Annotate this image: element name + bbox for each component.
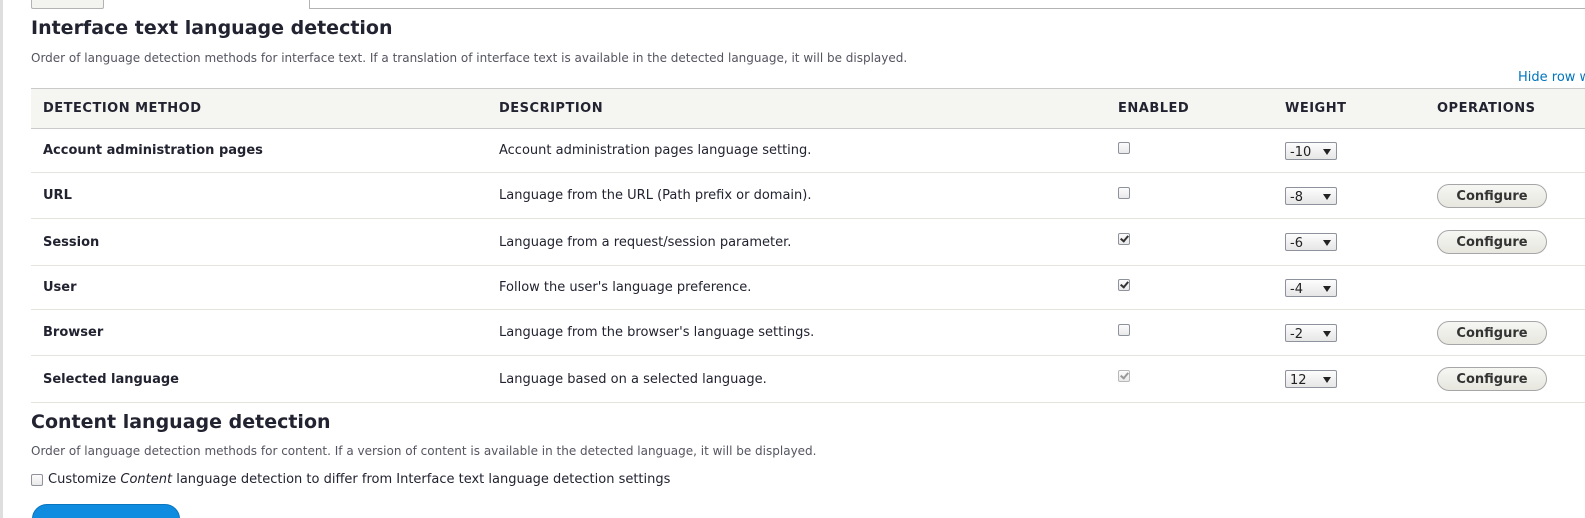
table-row: User Follow the user's language preferenc… [31,265,1585,310]
detection-method-name: Browser [31,309,487,356]
enabled-cell [1106,265,1273,310]
weight-value: -10 [1290,144,1312,160]
secondary-tabs [31,0,1585,9]
dropdown-arrow-icon [1323,240,1331,246]
weight-select[interactable]: -4 [1285,278,1337,297]
table-row: Session Language from a request/session p… [31,218,1585,266]
weight-value: -6 [1290,236,1303,251]
customize-label: Customize Content language detection to … [48,472,671,487]
left-border [0,0,3,518]
save-configuration-button[interactable] [32,504,180,518]
weight-value: -2 [1290,326,1303,342]
enabled-checkbox[interactable] [1118,278,1130,291]
weight-cell: -4 [1273,265,1425,310]
weight-value: -8 [1290,189,1303,205]
weight-select[interactable]: -2 [1285,323,1337,342]
table-header-row: DETECTION METHOD DESCRIPTION ENABLED WEI… [31,88,1585,129]
enabled-cell [1106,309,1273,356]
table-row: Account administration pages Account admi… [31,128,1585,173]
enabled-cell [1106,172,1273,219]
detection-method-description: Language based on a selected language. [487,355,1106,403]
hide-row-weights-link[interactable]: Hide row weights [1518,70,1585,85]
column-header-method: DETECTION METHOD [31,88,487,129]
column-header-enabled: ENABLED [1106,88,1273,129]
configure-button[interactable]: Configure [1437,230,1547,254]
detection-method-description: Account administration pages language se… [487,128,1106,173]
enabled-checkbox[interactable] [1118,323,1130,336]
operations-cell: Configure [1425,218,1585,266]
operations-cell: Configure [1425,309,1585,356]
weight-cell: 12 [1273,355,1425,403]
weight-value: -4 [1290,281,1303,297]
content-section-title: Content language detection [31,411,331,433]
dropdown-arrow-icon [1323,148,1331,155]
customize-checkbox[interactable] [31,473,43,486]
configure-button[interactable]: Configure [1437,183,1547,208]
table-row: URL Language from the URL (Path prefix or… [31,172,1585,219]
detection-method-name: URL [31,172,487,219]
configure-button[interactable]: Configure [1437,320,1547,345]
operations-cell: Configure [1425,172,1585,219]
detection-method-name: Session [31,218,487,266]
weight-cell: -10 [1273,128,1425,173]
column-header-description: DESCRIPTION [487,88,1106,129]
detection-method-description: Follow the user's language preference. [487,265,1106,310]
table-row: Browser Language from the browser's langu… [31,309,1585,356]
dropdown-arrow-icon [1323,377,1331,383]
secondary-tab[interactable] [31,0,104,9]
dropdown-arrow-icon [1323,193,1331,200]
detection-methods-table: DETECTION METHOD DESCRIPTION ENABLED WEI… [31,88,1585,403]
tab-divider [309,0,1585,9]
dropdown-arrow-icon [1323,285,1331,292]
interface-section-description: Order of language detection methods for … [31,51,908,65]
operations-cell: Configure [1425,355,1585,403]
customize-content-detection[interactable]: Customize Content language detection to … [31,472,670,487]
table-row: Selected language Language based on a sel… [31,355,1585,403]
enabled-checkbox [1118,370,1130,382]
enabled-checkbox[interactable] [1118,233,1130,245]
enabled-checkbox[interactable] [1118,186,1130,199]
interface-section-title: Interface text language detection [31,17,393,39]
weight-value: 12 [1290,373,1307,388]
weight-select[interactable]: 12 [1285,370,1337,388]
detection-method-name: Account administration pages [31,128,487,173]
enabled-checkbox[interactable] [1118,141,1130,154]
detection-method-name: Selected language [31,355,487,403]
detection-method-description: Language from the URL (Path prefix or do… [487,172,1106,219]
detection-method-description: Language from a request/session paramete… [487,218,1106,266]
dropdown-arrow-icon [1323,330,1331,337]
weight-select[interactable]: -8 [1285,186,1337,205]
enabled-cell [1106,128,1273,173]
configure-button[interactable]: Configure [1437,367,1547,391]
enabled-cell [1106,355,1273,403]
weight-cell: -2 [1273,309,1425,356]
detection-method-name: User [31,265,487,310]
content-section-description: Order of language detection methods for … [31,444,817,458]
language-detection-page: Interface text language detection Order … [0,0,1585,518]
column-header-weight: WEIGHT [1273,88,1425,129]
column-header-operations: OPERATIONS [1425,88,1585,129]
operations-cell [1425,265,1585,310]
weight-cell: -8 [1273,172,1425,219]
weight-select[interactable]: -10 [1285,141,1337,160]
operations-cell [1425,128,1585,173]
enabled-cell [1106,218,1273,266]
weight-cell: -6 [1273,218,1425,266]
detection-method-description: Language from the browser's language set… [487,309,1106,356]
weight-select[interactable]: -6 [1285,233,1337,251]
